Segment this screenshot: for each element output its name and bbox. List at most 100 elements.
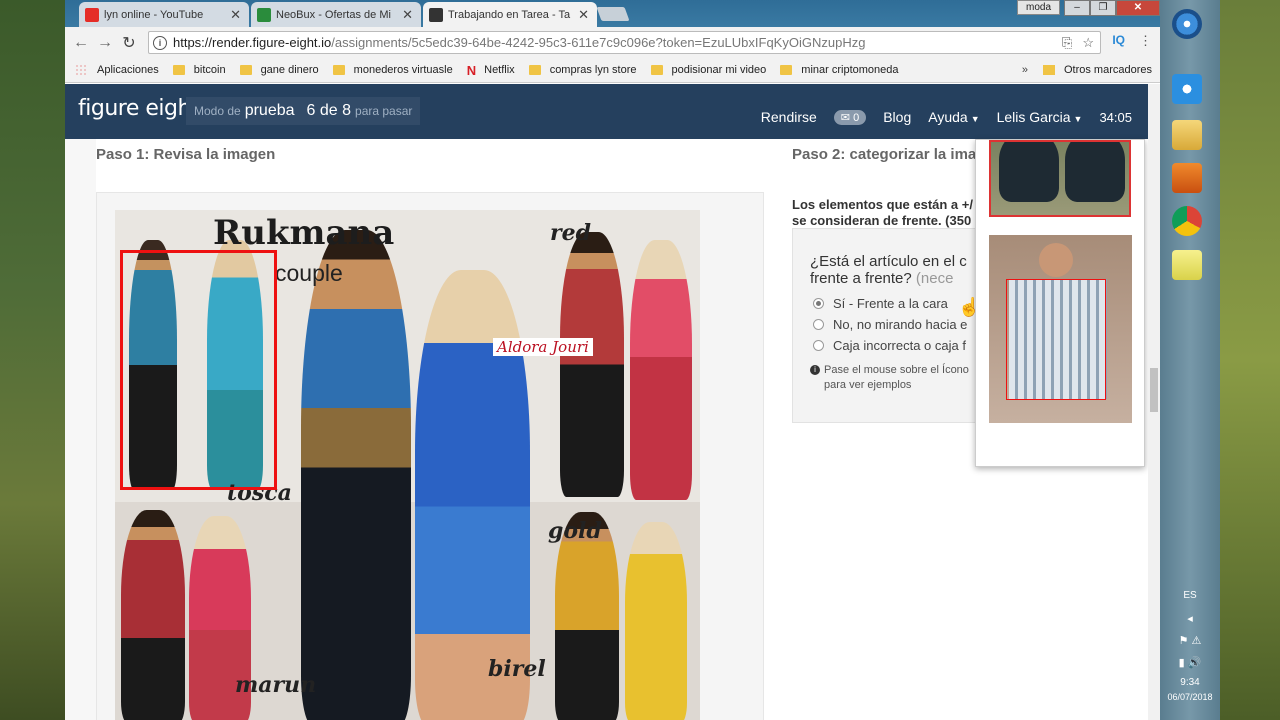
- user-menu[interactable]: Lelis Garcia ▼: [997, 109, 1083, 125]
- youtube-icon: [85, 7, 99, 22]
- blog-link[interactable]: Blog: [883, 109, 911, 125]
- radio-button[interactable]: [813, 319, 824, 330]
- person-figure: [560, 232, 624, 497]
- folder-icon: [239, 65, 252, 75]
- radio-option-no[interactable]: No, no mirando hacia e: [813, 317, 967, 332]
- folder-icon: [650, 65, 663, 75]
- product-photo: Rukmana couple Aldora Jouri red tosca go…: [115, 210, 700, 720]
- photo-brand-subtitle: couple: [275, 260, 343, 286]
- tab-figure-eight[interactable]: Trabajando en Tarea - Ta ✕: [423, 2, 597, 27]
- tab-title: NeoBux - Ofertas de Mi: [276, 8, 391, 21]
- bookmark-item[interactable]: monederos virtuasle: [332, 64, 453, 76]
- menu-icon[interactable]: ⋮: [1139, 33, 1152, 49]
- photo-watermark: Aldora Jouri: [493, 338, 593, 356]
- clock-date[interactable]: 06/07/2018: [1160, 692, 1220, 702]
- desktop-background-left: [0, 0, 65, 720]
- sticky-notes-icon[interactable]: [1172, 250, 1202, 280]
- bookmark-item[interactable]: compras lyn store: [528, 64, 637, 76]
- help-menu[interactable]: Ayuda ▼: [928, 109, 979, 125]
- head-shape: [1039, 243, 1073, 277]
- give-up-link[interactable]: Rendirse: [761, 109, 817, 125]
- mouse-cursor-icon: ☝: [958, 297, 981, 317]
- close-window-button[interactable]: ✕: [1116, 0, 1160, 16]
- address-bar[interactable]: i https://render.figure-eight.io/assignm…: [148, 31, 1101, 54]
- photo-label-birel: birel: [488, 656, 546, 682]
- bookmark-item[interactable]: podisionar mi video: [650, 64, 766, 76]
- figure-eight-logo[interactable]: figure eight: [78, 96, 200, 121]
- desktop-background-right: [1220, 0, 1280, 720]
- progress-count: 6 de 8: [306, 102, 352, 119]
- back-icon[interactable]: ←: [69, 34, 93, 52]
- show-hidden-icons-icon[interactable]: ◂: [1160, 612, 1220, 625]
- shoe-shape: [999, 142, 1059, 202]
- forward-icon[interactable]: →: [93, 34, 117, 52]
- required-marker: (nece: [915, 270, 954, 287]
- folder-icon: [332, 65, 345, 75]
- person-figure: [630, 240, 692, 500]
- start-button-icon[interactable]: [1172, 9, 1202, 39]
- folder-icon: [528, 65, 541, 75]
- tab-title: Trabajando en Tarea - Ta: [448, 8, 571, 21]
- close-icon[interactable]: ✕: [402, 7, 413, 23]
- info-icon: i: [810, 365, 820, 375]
- minimize-button[interactable]: –: [1064, 0, 1090, 16]
- network-volume-icon[interactable]: ▮ 🔊: [1160, 656, 1220, 669]
- header-nav: Rendirse ✉ 0 Blog Ayuda ▼ Lelis Garcia ▼ 3…: [744, 109, 1132, 125]
- action-center-flag-icon[interactable]: ⚑ ⚠: [1160, 634, 1220, 647]
- clock-time[interactable]: 9:34: [1160, 677, 1220, 688]
- tab-neobux[interactable]: NeoBux - Ofertas de Mi ✕: [251, 2, 421, 27]
- radio-button[interactable]: [813, 340, 824, 351]
- site-info-icon[interactable]: i: [153, 35, 167, 50]
- tab-title: lyn online - YouTube: [104, 8, 204, 21]
- tab-strip: lyn online - YouTube ✕ NeoBux - Ofertas …: [65, 0, 1160, 27]
- figure-eight-icon: [429, 7, 443, 22]
- iq-extension-icon[interactable]: IQ: [1112, 33, 1125, 49]
- url-path: /assignments/5c5edc39-64be-4242-95c3-611…: [331, 35, 866, 50]
- photo-label-marun: marun: [235, 672, 317, 698]
- hover-hint: i Pase el mouse sobre el Ícono para ver e…: [810, 363, 969, 393]
- file-explorer-icon[interactable]: [1172, 120, 1202, 150]
- language-indicator[interactable]: ES: [1160, 590, 1220, 601]
- radio-option-yes[interactable]: Sí - Frente a la cara: [813, 296, 948, 311]
- restore-button[interactable]: ❐: [1090, 0, 1116, 16]
- step1-heading: Paso 1: Revisa la imagen: [96, 146, 276, 163]
- bookmark-item[interactable]: minar criptomoneda: [780, 64, 899, 76]
- window-controls: moda – ❐ ✕: [1016, 0, 1160, 17]
- photo-brand-text: Rukmana: [213, 213, 395, 253]
- bookmark-other[interactable]: Otros marcadores: [1042, 64, 1152, 76]
- app-header: figure eight Modo de prueba 6 de 8 para …: [65, 84, 1160, 139]
- bookmarks-overflow-button[interactable]: »: [1022, 64, 1028, 76]
- chrome-icon[interactable]: [1172, 206, 1202, 236]
- scrollbar-thumb[interactable]: [1150, 368, 1158, 412]
- bookmark-item[interactable]: gane dinero: [239, 64, 319, 76]
- close-icon[interactable]: ✕: [230, 7, 241, 23]
- bookmark-apps[interactable]: Aplicaciones: [75, 64, 159, 76]
- radio-option-wrong-box[interactable]: Caja incorrecta o caja f: [813, 338, 966, 353]
- translate-icon[interactable]: ⎘: [1062, 35, 1072, 51]
- bookmark-star-icon[interactable]: ☆: [1082, 35, 1094, 51]
- mode-value: prueba: [244, 102, 295, 119]
- radio-button[interactable]: [813, 298, 824, 309]
- person-figure: [301, 230, 411, 720]
- bookmarks-bar: Aplicaciones bitcoin gane dinero moneder…: [65, 58, 1160, 83]
- profile-button[interactable]: moda: [1016, 0, 1060, 15]
- caret-down-icon: ▼: [970, 114, 980, 124]
- bookmark-item[interactable]: bitcoin: [172, 64, 226, 76]
- page-scrollbar[interactable]: [1148, 84, 1160, 720]
- note-line: Los elementos que están a +/: [792, 197, 973, 212]
- url-host: https://render.figure-eight.io: [173, 35, 332, 50]
- instructions-note: Los elementos que están a +/ se consider…: [792, 197, 992, 229]
- internet-explorer-icon[interactable]: [1172, 74, 1202, 104]
- reload-icon[interactable]: ↻: [117, 33, 141, 53]
- bookmark-netflix[interactable]: N Netflix: [467, 63, 515, 78]
- media-player-icon[interactable]: [1172, 163, 1202, 193]
- step2-heading: Paso 2: categorizar la ima: [792, 146, 977, 163]
- close-icon[interactable]: ✕: [578, 7, 589, 23]
- new-tab-button[interactable]: [596, 7, 630, 21]
- browser-window: lyn online - YouTube ✕ NeoBux - Ofertas …: [65, 0, 1160, 720]
- person-figure: [121, 510, 185, 720]
- bounding-box: [120, 250, 277, 490]
- tab-youtube[interactable]: lyn online - YouTube ✕: [79, 2, 249, 27]
- left-gutter: [65, 139, 96, 720]
- mail-badge[interactable]: ✉ 0: [833, 109, 867, 125]
